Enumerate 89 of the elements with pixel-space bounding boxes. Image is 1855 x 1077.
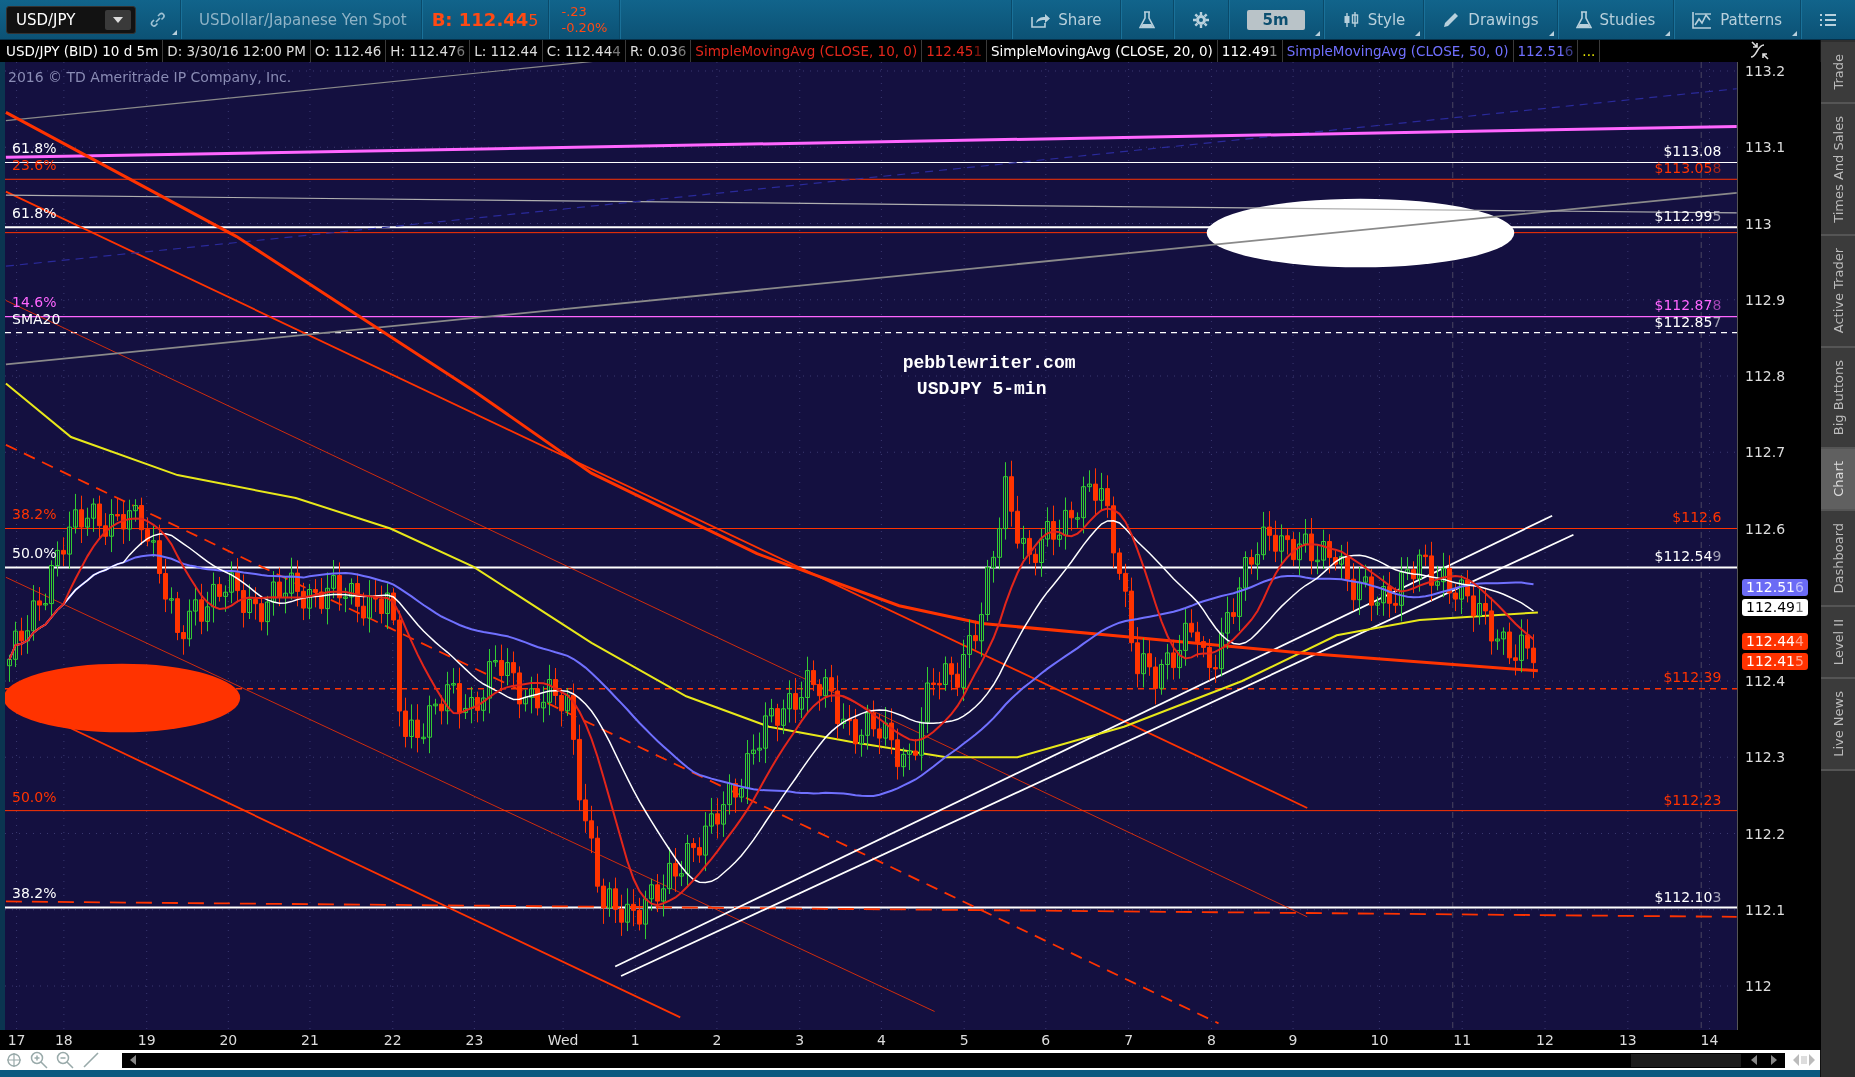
share-button[interactable]: Share (1012, 0, 1120, 39)
price-label: $113.08 (1663, 143, 1722, 160)
time-axis-label: 8 (1206, 1031, 1216, 1049)
price-chart[interactable] (5, 62, 1737, 1030)
menu-icon (1819, 12, 1837, 27)
price-label: $112.39 (1663, 668, 1722, 685)
fibonacci-label: 14.6% (12, 294, 57, 311)
side-tab[interactable]: Dashboard (1821, 510, 1855, 608)
price-label: $112.23 (1663, 791, 1722, 808)
price-axis-label: 112.1 (1745, 900, 1786, 919)
fibonacci-label: 38.2% (12, 506, 57, 522)
time-frame-button[interactable]: 5m (1228, 0, 1323, 39)
fibonacci-label: 61.8% (12, 205, 57, 222)
price-axis-label: 112.4 (1745, 672, 1786, 690)
side-tab[interactable]: Trade (1821, 42, 1855, 104)
time-axis-label: 11 (1453, 1031, 1472, 1049)
chart-annotation: pebblewriter.com (902, 352, 1076, 373)
copyright-text: 2016 © TD Ameritrade IP Company, Inc. (8, 69, 292, 85)
time-axis-label: 19 (137, 1031, 156, 1049)
pencil-icon (1442, 10, 1461, 29)
bid-price: B: 112.445 (430, 9, 540, 30)
price-axis-label: 112.3 (1745, 748, 1786, 767)
scroll-right-icon[interactable] (1769, 1055, 1777, 1065)
time-axis-label: 12 (1536, 1031, 1554, 1049)
price-label: $112.878 (1654, 297, 1722, 314)
time-axis-label: 22 (383, 1031, 402, 1049)
side-tab[interactable]: Chart (1821, 448, 1855, 511)
time-axis-label: 6 (1041, 1031, 1051, 1049)
time-axis-label: Wed (547, 1031, 579, 1049)
time-axis-label: 21 (301, 1031, 319, 1049)
price-axis-label: 112 (1745, 977, 1772, 995)
price-label: $112.103 (1654, 888, 1722, 905)
side-tab[interactable]: Times And Sales (1821, 103, 1855, 237)
caret-icon (113, 16, 123, 23)
price-axis-label: 112.9 (1745, 290, 1786, 309)
price-axis-label: 113 (1745, 214, 1772, 233)
time-axis-label: 14 (1700, 1031, 1719, 1049)
side-tab[interactable]: Live News (1821, 679, 1855, 772)
price-tag: 112.516 (1742, 579, 1808, 596)
share-icon (1030, 11, 1051, 28)
chart-annotation: USDJPY 5-min (916, 378, 1047, 399)
time-axis-label: 3 (795, 1031, 805, 1049)
resize-handle-icon[interactable] (1793, 1053, 1815, 1067)
symbol-description: USDollar/Japanese Yen Spot (198, 10, 408, 29)
pattern-chart-icon (1692, 10, 1713, 29)
price-tag: 112.491 (1742, 599, 1808, 616)
scroll-left-icon[interactable] (130, 1055, 138, 1065)
price-axis-label: 112.8 (1745, 367, 1786, 385)
time-axis-label: 4 (876, 1031, 886, 1049)
auto-fit-icon[interactable] (1749, 41, 1771, 61)
symbol-dropdown[interactable]: USD/JPY (6, 5, 136, 34)
time-axis-label: 2 (712, 1031, 722, 1049)
percent-change: -0.20% (561, 19, 608, 36)
time-axis-label: 23 (465, 1031, 484, 1049)
flask-icon (1575, 10, 1592, 29)
side-tab[interactable]: Big Buttons (1821, 347, 1855, 449)
time-axis-label: 7 (1124, 1031, 1134, 1049)
time-axis-label: 1 (630, 1031, 640, 1049)
price-label: $113.058 (1654, 160, 1722, 176)
flask-icon (1138, 10, 1155, 29)
price-label: $112.857 (1654, 313, 1722, 330)
fibonacci-label: 50.0% (12, 788, 57, 805)
scrollbar-thumb[interactable] (1631, 1053, 1741, 1067)
price-label: $112.6 (1672, 509, 1722, 525)
price-axis-label: 112.6 (1745, 519, 1786, 538)
price-label: $112.549 (1654, 548, 1722, 565)
time-axis-label: 5 (959, 1031, 969, 1049)
chain-link-icon (149, 10, 167, 29)
fibonacci-label: 61.8% (12, 140, 57, 157)
time-axis-label: 13 (1618, 1031, 1637, 1049)
price-axis-label: 112.7 (1745, 443, 1786, 462)
price-tag: 112.415 (1742, 653, 1808, 670)
time-axis-label: 20 (219, 1031, 238, 1049)
price-axis-label: 113.1 (1745, 138, 1786, 157)
horizontal-scrollbar[interactable] (122, 1052, 1785, 1068)
time-axis-label: 10 (1370, 1031, 1389, 1049)
price-tag: 112.444 (1742, 633, 1808, 650)
side-tab[interactable]: Level II (1821, 607, 1855, 680)
side-tab[interactable]: Active Trader (1821, 236, 1855, 348)
price-axis-label: 112.2 (1745, 824, 1786, 843)
time-axis-label: 9 (1288, 1031, 1298, 1049)
time-axis-label: 18 (54, 1031, 73, 1049)
net-change: -.23 (561, 3, 588, 20)
fibonacci-label: 38.2% (12, 884, 57, 901)
time-axis-label: 17 (7, 1031, 26, 1049)
settings-icon (1191, 10, 1210, 29)
price-label: $112.995 (1654, 208, 1722, 225)
scroll-left-icon[interactable] (1751, 1055, 1759, 1065)
price-axis-label: 113.2 (1745, 62, 1786, 80)
